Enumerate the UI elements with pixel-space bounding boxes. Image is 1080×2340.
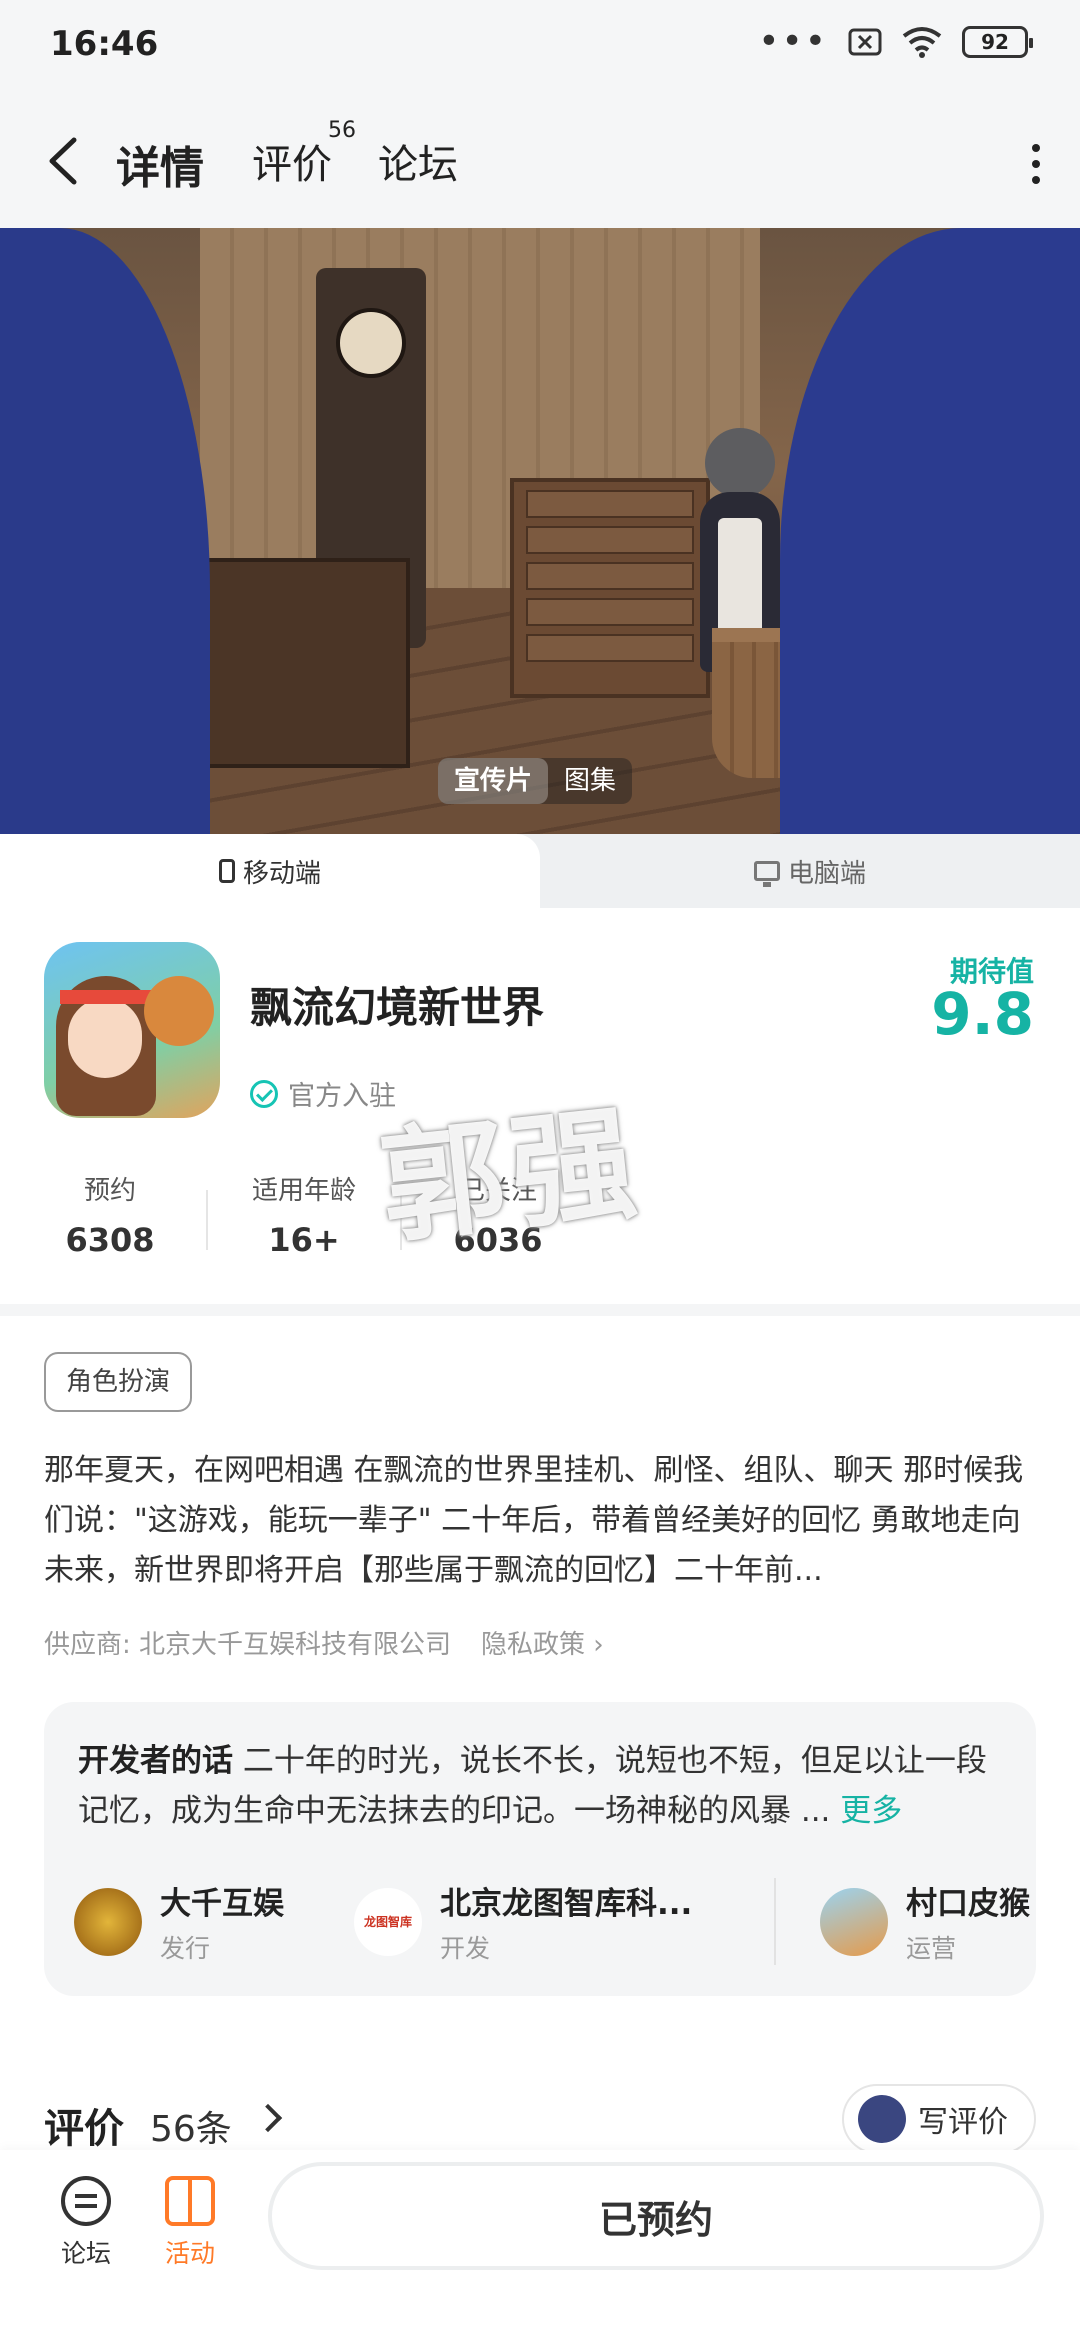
banner-curtain-left (0, 228, 210, 834)
reviews-title[interactable]: 评价 (44, 2096, 124, 2154)
tab-reviews[interactable]: 评价 56 (252, 118, 356, 190)
tab-forum-label: 论坛 (378, 142, 458, 188)
game-info: 飘流幻境新世界 官方入驻 期待值 9.8 预约 6308 适用年龄 16+ 已关… (0, 908, 1080, 1304)
media-switcher: 宣传片 图集 (438, 758, 633, 804)
banner-curtain-right (780, 228, 1080, 834)
game-description[interactable]: 那年夏天，在网吧相遇 在飘流的世界里挂机、刷怪、组队、聊天 那时候我们说："这游… (44, 1446, 1038, 1596)
tab-reviews-badge: 56 (328, 118, 356, 143)
developer-list: 大千互娱 发行 龙图智库 北京龙图智库科... 开发 村口皮猴 运营 (74, 1878, 1036, 1965)
sim-off-icon (848, 28, 882, 56)
stat-divider (206, 1190, 208, 1250)
privacy-policy-link[interactable]: 隐私政策 › (481, 1624, 604, 1661)
stat-value: 16+ (268, 1221, 340, 1259)
daqian-logo-icon (74, 1887, 142, 1956)
status-time: 16:46 (50, 24, 159, 64)
supplier-row: 供应商: 北京大千互娱科技有限公司 隐私政策 › (44, 1624, 604, 1661)
stat-label: 适用年龄 (251, 1176, 356, 1206)
stat-reservations: 预约 6308 (30, 1170, 190, 1259)
back-arrow-icon[interactable] (44, 136, 84, 186)
genre-tag[interactable]: 角色扮演 (44, 1352, 193, 1412)
watermark-text: 郭强 (374, 1090, 649, 1262)
developer-operator[interactable]: 村口皮猴 运营 (774, 1878, 1036, 1965)
tab-forum[interactable]: 论坛 (378, 132, 458, 190)
tab-pc-label: 电脑端 (787, 858, 866, 889)
user-avatar (858, 2095, 906, 2143)
gift-icon (165, 2176, 215, 2226)
developer-name: 北京龙图智库科... (440, 1886, 693, 1922)
write-review-label: 写评价 (918, 2105, 1008, 2140)
tab-details[interactable]: 详情 (116, 132, 204, 202)
stat-age-rating: 适用年龄 16+ (224, 1170, 384, 1259)
forum-chat-icon (61, 2176, 111, 2226)
developer-note[interactable]: 开发者的话 二十年的时光，说长不长，说短也不短，但足以让一段记忆，成为生命中无法… (78, 1736, 1008, 1836)
tab-details-label: 详情 (116, 143, 204, 194)
reviews-count[interactable]: 56条 (150, 2100, 232, 2152)
section-divider (0, 1304, 1080, 1316)
tab-mobile[interactable]: 移动端 (0, 834, 540, 908)
chevron-right-icon[interactable] (253, 2103, 283, 2133)
verified-check-icon (250, 1079, 278, 1108)
developer-role: 开发 (440, 1934, 491, 1963)
tab-pc[interactable]: 电脑端 (540, 834, 1080, 908)
more-dots-icon: ••• (758, 21, 828, 62)
gallery-pill[interactable]: 图集 (548, 758, 632, 804)
developer-role: 发行 (160, 1934, 211, 1963)
developer-name: 大千互娱 (160, 1886, 284, 1922)
developer-note-heading: 开发者的话 (78, 1743, 233, 1779)
status-icons: ••• 92 (758, 21, 1033, 62)
developer-name: 村口皮猴 (906, 1886, 1030, 1922)
wifi-icon (902, 27, 942, 58)
monkey-avatar-icon (820, 1887, 888, 1956)
expect-value: 9.8 (931, 980, 1034, 1048)
developer-role: 运营 (906, 1934, 957, 1963)
stat-value: 6308 (65, 1221, 155, 1259)
longtu-logo-icon: 龙图智库 (354, 1887, 422, 1956)
monitor-icon (753, 861, 780, 887)
bottom-forum-button[interactable]: 论坛 (46, 2176, 126, 2270)
banner-dresser (510, 478, 710, 698)
battery-icon: 92 (962, 26, 1033, 58)
video-pill[interactable]: 宣传片 (438, 758, 549, 804)
bottom-activity-button[interactable]: 活动 (150, 2176, 230, 2270)
top-nav: 详情 评价 56 论坛 (0, 92, 1080, 228)
supplier-text: 供应商: 北京大千互娱科技有限公司 (44, 1630, 452, 1660)
write-review-button[interactable]: 写评价 (842, 2084, 1036, 2154)
bottom-forum-label: 论坛 (60, 2239, 111, 2268)
platform-tabs: 移动端 电脑端 (0, 834, 1080, 908)
game-title: 飘流幻境新世界 (250, 983, 545, 1032)
developer-publisher[interactable]: 大千互娱 发行 (74, 1878, 354, 1965)
banner-stereo (200, 558, 410, 768)
reserved-button[interactable]: 已预约 (268, 2162, 1044, 2270)
developer-card: 开发者的话 二十年的时光，说长不长，说短也不短，但足以让一段记忆，成为生命中无法… (44, 1702, 1036, 1996)
developer-studio[interactable]: 龙图智库 北京龙图智库科... 开发 (354, 1878, 774, 1965)
promo-banner[interactable]: 宣传片 图集 (0, 228, 1080, 834)
phone-icon (218, 859, 235, 883)
game-app-icon (44, 942, 220, 1118)
stat-label: 预约 (83, 1176, 136, 1206)
bottom-activity-label: 活动 (164, 2239, 215, 2268)
tab-reviews-label: 评价 (252, 142, 332, 188)
developer-note-more-link[interactable]: 更多 (840, 1793, 902, 1829)
more-menu-icon[interactable] (1032, 144, 1040, 184)
status-bar: 16:46 ••• 92 (0, 0, 1080, 92)
tab-mobile-label: 移动端 (242, 858, 321, 889)
bottom-bar: 论坛 活动 已预约 (0, 2150, 1080, 2340)
